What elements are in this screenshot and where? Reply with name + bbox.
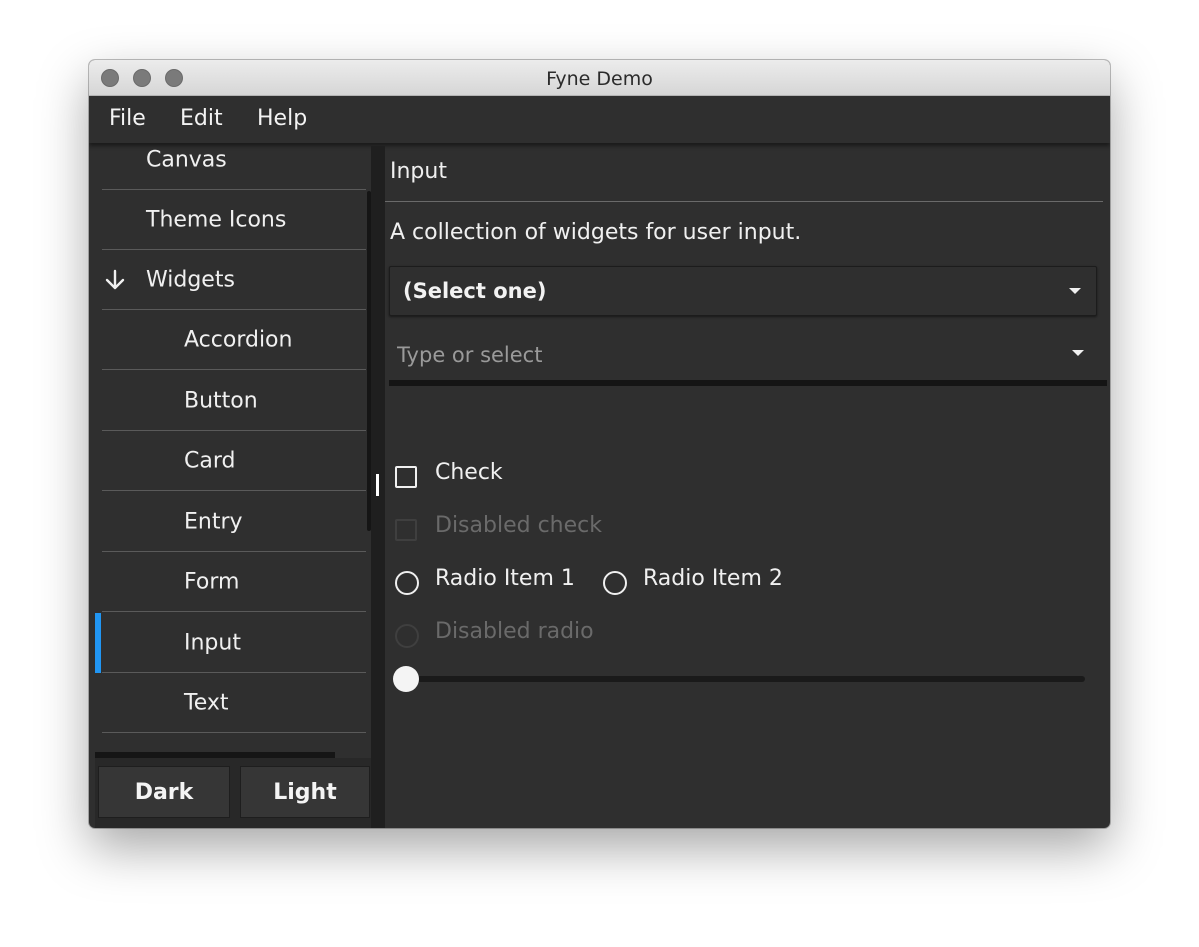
content-panel: Input A collection of widgets for user i… xyxy=(385,146,1110,828)
sidebar-item-label: Widgets xyxy=(146,267,235,292)
select-entry[interactable] xyxy=(389,329,1107,386)
sidebar-item-canvas[interactable]: Canvas xyxy=(102,146,366,190)
sidebar-item-text[interactable]: Text xyxy=(102,673,366,733)
sidebar-item-label: Entry xyxy=(184,509,243,534)
title-bar: Fyne Demo xyxy=(89,60,1110,96)
menu-help[interactable]: Help xyxy=(257,106,307,131)
sidebar-item-label: Text xyxy=(184,690,229,715)
radio-label: Radio Item 2 xyxy=(643,566,783,591)
sidebar-item-entry[interactable]: Entry xyxy=(102,492,366,552)
sidebar-item-label: Button xyxy=(184,388,258,413)
slider-thumb[interactable] xyxy=(393,666,419,692)
radio-icon xyxy=(395,624,419,648)
radio-icon[interactable] xyxy=(603,571,627,595)
sidebar-item-label: Input xyxy=(184,630,241,655)
dropdown-caret-icon xyxy=(1069,288,1081,294)
sidebar-item-form[interactable]: Form xyxy=(102,552,366,612)
sidebar-item-label: Card xyxy=(184,448,236,473)
select-entry-input[interactable] xyxy=(397,337,1057,373)
sidebar-item-widgets[interactable]: Widgets xyxy=(102,250,366,310)
app-window: Fyne Demo File Edit Help Canvas Theme Ic… xyxy=(89,60,1110,828)
sidebar-item-theme-icons[interactable]: Theme Icons xyxy=(102,190,366,250)
check-label: Check xyxy=(435,460,503,485)
sidebar-item-accordion[interactable]: Accordion xyxy=(102,310,366,370)
checkbox-icon xyxy=(395,519,417,541)
slider-track[interactable] xyxy=(405,676,1085,682)
disabled-check-label: Disabled check xyxy=(435,513,602,538)
sidebar-item-button[interactable]: Button xyxy=(102,371,366,431)
sidebar-item-label: Form xyxy=(184,569,240,594)
page-description: A collection of widgets for user input. xyxy=(390,220,802,245)
selected-indicator xyxy=(95,613,101,673)
menu-bar: File Edit Help xyxy=(89,96,1110,143)
page-title: Input xyxy=(390,159,447,184)
sidebar-item-label: Theme Icons xyxy=(146,207,287,232)
disabled-radio-label: Disabled radio xyxy=(435,619,594,644)
light-theme-button[interactable]: Light xyxy=(240,766,370,818)
select-value: (Select one) xyxy=(403,279,547,303)
menu-edit[interactable]: Edit xyxy=(180,106,223,131)
arrow-down-icon xyxy=(105,269,125,289)
split-handle[interactable] xyxy=(376,474,379,496)
title-divider xyxy=(385,201,1103,202)
window-title: Fyne Demo xyxy=(546,68,653,90)
theme-switcher: Dark Light xyxy=(95,758,371,828)
dark-theme-button[interactable]: Dark xyxy=(98,766,230,818)
sidebar-item-input[interactable]: Input xyxy=(102,613,366,673)
sidebar-item-label: Accordion xyxy=(184,327,293,352)
radio-icon[interactable] xyxy=(395,571,419,595)
sidebar-item-card[interactable]: Card xyxy=(102,431,366,491)
radio-label: Radio Item 1 xyxy=(435,566,575,591)
sidebar-nav: Canvas Theme Icons Widgets Accordion But… xyxy=(95,146,371,756)
dropdown-caret-icon[interactable] xyxy=(1072,350,1084,356)
sidebar-item-label: Canvas xyxy=(146,147,227,172)
checkbox-icon[interactable] xyxy=(395,466,417,488)
select-dropdown[interactable]: (Select one) xyxy=(389,266,1097,316)
menu-file[interactable]: File xyxy=(109,106,146,131)
